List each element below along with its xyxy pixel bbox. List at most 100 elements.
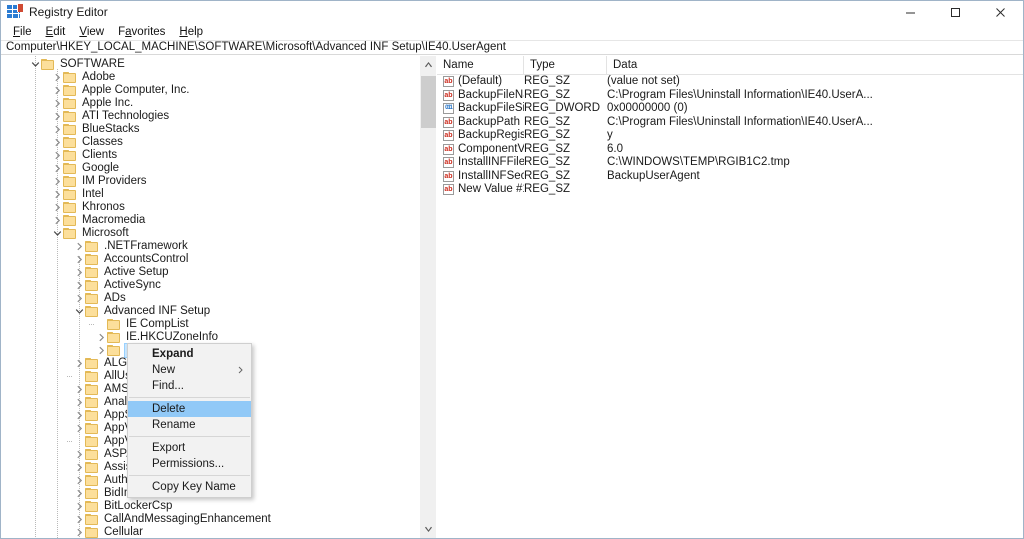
chevron-right-icon[interactable] xyxy=(73,500,85,513)
tree-node[interactable]: Classes xyxy=(1,136,419,149)
context-menu-item-rename[interactable]: Rename xyxy=(128,417,251,433)
folder-icon xyxy=(107,319,120,330)
address-bar[interactable]: Computer\HKEY_LOCAL_MACHINE\SOFTWARE\Mic… xyxy=(1,40,1023,55)
value-row[interactable]: ab InstallINFSectionREG_SZ BackupUserAgent xyxy=(437,170,1023,184)
values-list: ab (Default) REG_SZ (value not set) ab Backup… xyxy=(437,75,1023,197)
column-header-data[interactable]: Data xyxy=(607,56,1023,74)
chevron-right-icon[interactable] xyxy=(51,110,63,123)
tree-node[interactable]: Adobe xyxy=(1,71,419,84)
value-row[interactable]: ab BackupPath REG_SZ C:\Program Files\Unins… xyxy=(437,116,1023,130)
scrollbar-track[interactable] xyxy=(420,73,436,521)
context-menu-item-find[interactable]: Find... xyxy=(128,378,251,394)
chevron-right-icon[interactable] xyxy=(73,448,85,461)
chevron-down-icon[interactable] xyxy=(73,305,85,318)
chevron-right-icon[interactable] xyxy=(73,383,85,396)
chevron-right-icon[interactable] xyxy=(51,71,63,84)
value-row[interactable]: ab ComponentVers...REG_SZ 6.0 xyxy=(437,143,1023,157)
tree-node[interactable]: Apple Inc. xyxy=(1,97,419,110)
chevron-right-icon[interactable] xyxy=(51,162,63,175)
context-menu-item-permissions[interactable]: Permissions... xyxy=(128,456,251,472)
tree-node[interactable]: BitLockerCsp xyxy=(1,500,419,513)
scroll-up-arrow[interactable] xyxy=(420,56,436,73)
chevron-right-icon[interactable] xyxy=(51,214,63,227)
scroll-down-arrow[interactable] xyxy=(420,521,436,538)
chevron-right-icon[interactable] xyxy=(51,84,63,97)
tree-node[interactable]: ActiveSync xyxy=(1,279,419,292)
chevron-right-icon[interactable] xyxy=(51,136,63,149)
tree-node[interactable]: IM Providers xyxy=(1,175,419,188)
chevron-right-icon[interactable] xyxy=(73,253,85,266)
chevron-right-icon[interactable] xyxy=(51,97,63,110)
chevron-right-icon[interactable] xyxy=(73,396,85,409)
minimize-button[interactable] xyxy=(888,1,933,24)
menu-edit[interactable]: Edit xyxy=(39,24,73,40)
tree-node[interactable]: Cellular xyxy=(1,526,419,538)
tree-node[interactable]: .NETFramework xyxy=(1,240,419,253)
chevron-right-icon[interactable] xyxy=(73,487,85,500)
chevron-right-icon[interactable] xyxy=(51,188,63,201)
close-button[interactable] xyxy=(978,1,1023,24)
maximize-button[interactable] xyxy=(933,1,978,24)
chevron-right-icon[interactable] xyxy=(73,279,85,292)
tree-node[interactable]: SOFTWARE xyxy=(1,58,419,71)
value-row[interactable]: ab BackupRegistryREG_SZ y xyxy=(437,129,1023,143)
context-menu-item-new[interactable]: New xyxy=(128,362,251,378)
tree-node[interactable]: BlueStacks xyxy=(1,123,419,136)
chevron-right-icon[interactable] xyxy=(73,513,85,526)
tree-node[interactable]: Microsoft xyxy=(1,227,419,240)
context-menu-separator xyxy=(129,475,250,476)
chevron-right-icon[interactable] xyxy=(51,123,63,136)
scrollbar-thumb[interactable] xyxy=(421,76,436,128)
context-menu-item-expand[interactable]: Expand xyxy=(128,346,251,362)
menu-view[interactable]: View xyxy=(72,24,111,40)
chevron-right-icon[interactable] xyxy=(73,240,85,253)
tree-vertical-scrollbar[interactable] xyxy=(419,56,436,538)
value-row[interactable]: 011 BackupFileSizeREG_DWORD 0x00000000 (0) xyxy=(437,102,1023,116)
value-row[interactable]: ab InstallINFFile REG_SZ C:\WINDOWS\TEMP\RG… xyxy=(437,156,1023,170)
chevron-down-icon[interactable] xyxy=(51,227,63,240)
folder-icon xyxy=(85,241,98,252)
folder-icon xyxy=(85,397,98,408)
tree-guide-stub xyxy=(67,376,73,377)
column-header-name[interactable]: Name xyxy=(437,56,524,74)
tree-node[interactable]: Active Setup xyxy=(1,266,419,279)
tree-node[interactable]: IE CompList xyxy=(1,318,419,331)
context-menu-item-copy-key-name[interactable]: Copy Key Name xyxy=(128,479,251,495)
chevron-right-icon[interactable] xyxy=(73,292,85,305)
tree-node[interactable]: Advanced INF Setup xyxy=(1,305,419,318)
chevron-right-icon[interactable] xyxy=(95,331,107,344)
value-row[interactable]: ab New Value #1 REG_SZ xyxy=(437,183,1023,197)
context-menu-item-export[interactable]: Export xyxy=(128,440,251,456)
menu-help[interactable]: Help xyxy=(172,24,210,40)
tree-node[interactable]: Macromedia xyxy=(1,214,419,227)
chevron-right-icon[interactable] xyxy=(51,175,63,188)
chevron-right-icon[interactable] xyxy=(73,526,85,538)
context-menu-item-delete[interactable]: Delete xyxy=(128,401,251,417)
chevron-right-icon[interactable] xyxy=(73,474,85,487)
chevron-right-icon[interactable] xyxy=(51,149,63,162)
chevron-right-icon[interactable] xyxy=(73,357,85,370)
menu-favorites[interactable]: Favorites xyxy=(111,24,172,40)
tree-node[interactable]: Google xyxy=(1,162,419,175)
chevron-right-icon[interactable] xyxy=(73,266,85,279)
context-menu-item-label: Copy Key Name xyxy=(152,481,236,493)
chevron-right-icon[interactable] xyxy=(73,422,85,435)
tree-node[interactable]: Khronos xyxy=(1,201,419,214)
value-row[interactable]: ab BackupFileNameREG_SZ C:\Program Files\U… xyxy=(437,89,1023,103)
tree-node[interactable]: AccountsControl xyxy=(1,253,419,266)
chevron-down-icon[interactable] xyxy=(29,58,41,71)
chevron-right-icon[interactable] xyxy=(73,409,85,422)
tree-node[interactable]: ADs xyxy=(1,292,419,305)
menu-file[interactable]: File xyxy=(6,24,39,40)
context-menu-separator xyxy=(129,436,250,437)
tree-node[interactable]: Apple Computer, Inc. xyxy=(1,84,419,97)
chevron-right-icon[interactable] xyxy=(73,461,85,474)
chevron-right-icon[interactable] xyxy=(51,201,63,214)
tree-node[interactable]: ATI Technologies xyxy=(1,110,419,123)
chevron-right-icon[interactable] xyxy=(95,344,107,357)
tree-node[interactable]: Intel xyxy=(1,188,419,201)
tree-node[interactable]: Clients xyxy=(1,149,419,162)
tree-node[interactable]: CallAndMessagingEnhancement xyxy=(1,513,419,526)
column-header-type[interactable]: Type xyxy=(524,56,607,74)
value-row[interactable]: ab (Default) REG_SZ (value not set) xyxy=(437,75,1023,89)
